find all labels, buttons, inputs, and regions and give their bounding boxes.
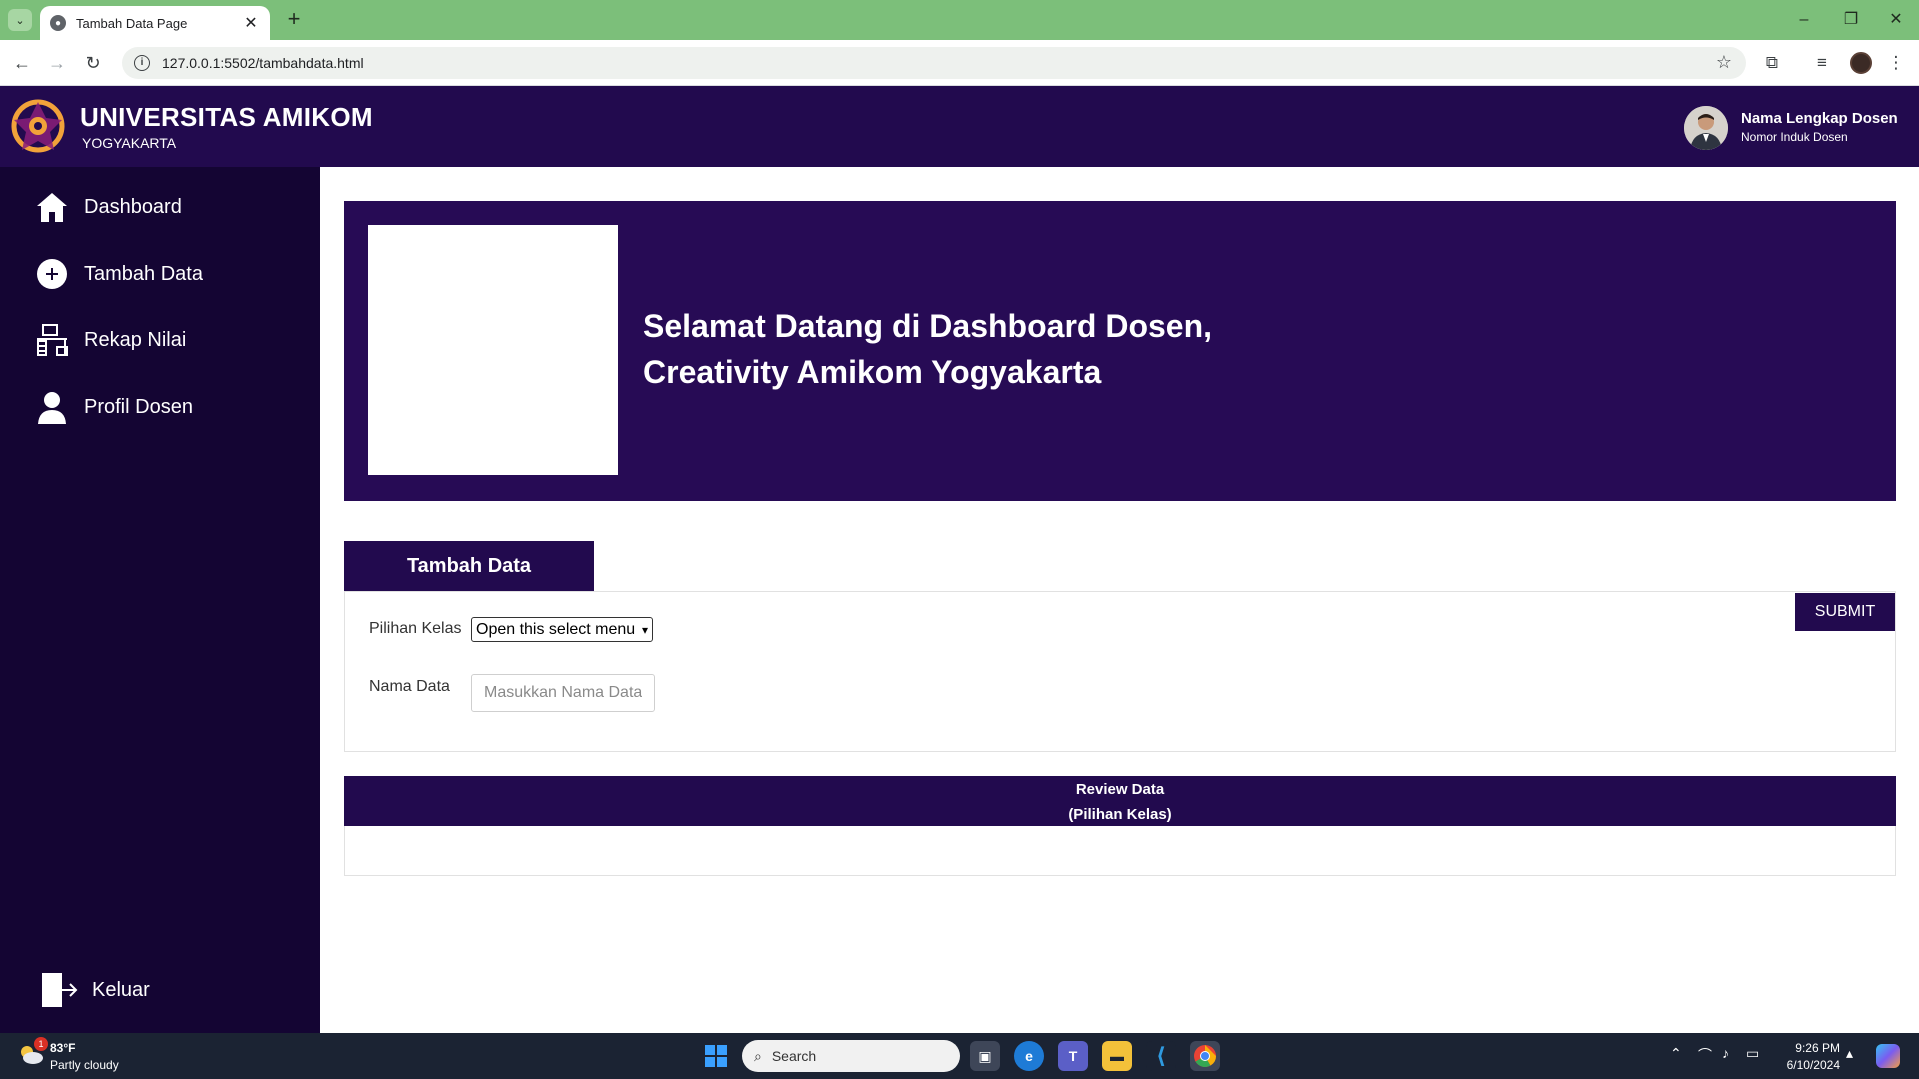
sidebar: Dashboard Tambah Data Rekap Nilai Profil… xyxy=(0,167,320,1033)
weather-badge: 1 xyxy=(34,1037,48,1051)
select-value: Open this select menu xyxy=(476,620,636,638)
home-icon xyxy=(34,189,70,225)
extensions-icon[interactable]: ⧉ xyxy=(1760,51,1784,75)
tab-title: Tambah Data Page xyxy=(76,15,188,31)
close-icon[interactable]: ✕ xyxy=(242,13,260,33)
taskbar-search[interactable]: ⌕ Search xyxy=(742,1040,960,1072)
star-icon[interactable]: ☆ xyxy=(1716,52,1732,73)
welcome-line-2: Creativity Amikom Yogyakarta xyxy=(643,354,1102,390)
info-icon[interactable]: i xyxy=(134,55,150,71)
logout-label: Keluar xyxy=(92,978,150,1001)
browser-tab-bar: ⌄ ● Tambah Data Page ✕ + – ❐ ✕ xyxy=(0,0,1919,40)
media-control-icon[interactable]: ≡ xyxy=(1810,51,1834,75)
user-photo-icon xyxy=(1684,106,1728,150)
browser-toolbar: ← → ↻ i 127.0.0.1:5502/tambahdata.html ☆… xyxy=(0,40,1919,86)
notification-bell-icon[interactable]: ▴ xyxy=(1846,1045,1853,1062)
teams-icon[interactable]: T xyxy=(1058,1041,1088,1071)
chevron-down-icon: ⌄ xyxy=(15,14,25,27)
minimize-button[interactable]: – xyxy=(1784,8,1824,32)
sidebar-item-rekap-nilai[interactable]: Rekap Nilai xyxy=(34,320,186,360)
brand-subtitle: YOGYAKARTA xyxy=(82,135,177,151)
chevron-down-icon: ▾ xyxy=(641,622,648,637)
sidebar-item-tambah-data[interactable]: Tambah Data xyxy=(34,254,203,294)
tambah-data-form: SUBMIT Pilihan Kelas Open this select me… xyxy=(344,591,1896,752)
sidebar-item-label: Profil Dosen xyxy=(84,395,193,418)
url-text: 127.0.0.1:5502/tambahdata.html xyxy=(162,55,364,71)
address-bar[interactable]: i 127.0.0.1:5502/tambahdata.html ☆ xyxy=(122,47,1746,79)
profile-avatar-icon[interactable] xyxy=(1850,52,1872,74)
copilot-icon[interactable] xyxy=(1876,1044,1900,1068)
user-id: Nomor Induk Dosen xyxy=(1741,130,1848,144)
edge-icon[interactable]: e xyxy=(1014,1041,1044,1071)
taskbar-time[interactable]: 9:26 PM xyxy=(1790,1041,1840,1055)
welcome-heading: Selamat Datang di Dashboard Dosen, Creat… xyxy=(643,303,1212,395)
window-close-button[interactable]: ✕ xyxy=(1876,8,1916,32)
plus-circle-icon xyxy=(34,256,70,292)
pilihan-kelas-label: Pilihan Kelas xyxy=(369,620,462,637)
wifi-icon[interactable]: ⌒ xyxy=(1698,1045,1712,1065)
taskbar-date[interactable]: 6/10/2024 xyxy=(1780,1058,1840,1072)
weather-temperature: 83°F xyxy=(50,1041,76,1055)
nama-data-input[interactable] xyxy=(471,674,655,712)
sidebar-item-label: Rekap Nilai xyxy=(84,328,187,351)
os-taskbar: 1 83°F Partly cloudy ⌕ Search ▣ e T ▬ ⟨ … xyxy=(0,1033,1919,1079)
pilihan-kelas-select[interactable]: Open this select menu ▾ xyxy=(471,617,653,642)
sidebar-item-label: Dashboard xyxy=(84,195,182,218)
taskbar-search-label: Search xyxy=(771,1048,817,1064)
review-data-header: Review Data (Pilihan Kelas) xyxy=(344,776,1896,826)
weather-widget[interactable]: 1 xyxy=(18,1037,48,1065)
desk-icon xyxy=(34,322,70,358)
tray-chevron-up-icon[interactable]: ⌃ xyxy=(1670,1045,1682,1062)
brand-title: UNIVERSITAS AMIKOM xyxy=(80,102,373,132)
globe-icon: ● xyxy=(50,15,66,31)
new-tab-button[interactable]: + xyxy=(282,8,306,32)
avatar[interactable] xyxy=(1684,106,1728,150)
app-header: UNIVERSITAS AMIKOM YOGYAKARTA Nama Lengk… xyxy=(0,86,1919,167)
browser-tab[interactable]: ● Tambah Data Page ✕ xyxy=(40,6,270,40)
tab-search-button[interactable]: ⌄ xyxy=(8,9,32,31)
banner-image-placeholder xyxy=(368,225,618,475)
task-view-icon[interactable]: ▣ xyxy=(970,1041,1000,1071)
welcome-banner: Selamat Datang di Dashboard Dosen, Creat… xyxy=(344,201,1896,501)
submit-button[interactable]: SUBMIT xyxy=(1795,593,1895,631)
battery-icon[interactable]: ▭ xyxy=(1746,1045,1759,1062)
back-button[interactable]: ← xyxy=(9,50,35,76)
logout-button[interactable]: Keluar xyxy=(40,971,150,1009)
review-title: Review Data xyxy=(1075,781,1165,798)
sidebar-item-profil-dosen[interactable]: Profil Dosen xyxy=(34,387,193,427)
amikom-logo-icon xyxy=(11,99,65,153)
vscode-icon[interactable]: ⟨ xyxy=(1146,1041,1176,1071)
reload-button[interactable]: ↻ xyxy=(80,50,106,76)
review-data-body xyxy=(344,826,1896,876)
weather-description: Partly cloudy xyxy=(50,1058,119,1072)
chrome-icon[interactable] xyxy=(1190,1041,1220,1071)
file-explorer-icon[interactable]: ▬ xyxy=(1102,1041,1132,1071)
welcome-line-1: Selamat Datang di Dashboard Dosen, xyxy=(643,308,1213,344)
logout-icon xyxy=(40,971,78,1009)
forward-button[interactable]: → xyxy=(44,50,70,76)
volume-icon[interactable]: ♪ xyxy=(1722,1045,1729,1061)
search-icon: ⌕ xyxy=(754,1047,762,1064)
user-name: Nama Lengkap Dosen xyxy=(1741,110,1898,127)
menu-dots-icon[interactable]: ⋮ xyxy=(1884,51,1908,75)
tambah-data-tab[interactable]: Tambah Data xyxy=(344,541,594,591)
sidebar-item-dashboard[interactable]: Dashboard xyxy=(34,187,182,227)
user-icon xyxy=(34,389,70,425)
windows-start-icon[interactable] xyxy=(705,1045,727,1067)
restore-button[interactable]: ❐ xyxy=(1831,8,1871,32)
sidebar-item-label: Tambah Data xyxy=(84,262,203,285)
review-subtitle: (Pilihan Kelas) xyxy=(1068,806,1172,823)
nama-data-label: Nama Data xyxy=(369,678,450,695)
